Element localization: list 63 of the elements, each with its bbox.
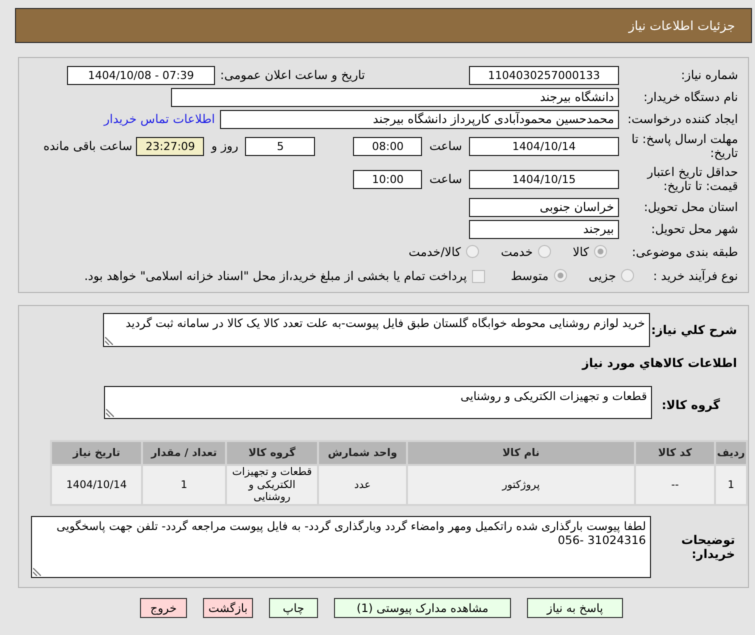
- option-label: جزیی: [588, 268, 616, 284]
- deadline-date-field[interactable]: 1404/10/14: [469, 136, 619, 156]
- action-button[interactable]: مشاهده مدارک پیوستی (1): [334, 598, 511, 618]
- column-header: تعداد / مقدار: [143, 442, 225, 464]
- field-label: توضیحات خریدار:: [681, 532, 735, 561]
- field-label: تاریخ و ساعت اعلان عمومی:: [220, 68, 365, 82]
- field-label: مهلت ارسال پاسخ: تا تاریخ:: [631, 132, 738, 160]
- action-button[interactable]: خروج: [140, 598, 187, 618]
- column-header: کد کالا: [636, 442, 714, 464]
- resize-grip-icon[interactable]: [33, 568, 41, 576]
- action-button[interactable]: پاسخ به نیاز: [527, 598, 623, 618]
- section-title: اطلاعات کالاهاي مورد نياز: [580, 355, 738, 371]
- summary-textarea[interactable]: خرید لوازم روشنایی محوطه خوابگاه گلستان طبق فایل پیوست-به علت تعدد کالا یک کالا در سامانه ثبت گردید: [103, 313, 650, 347]
- field-label: حداقل تاریخ اعتبار قیمت: تا تاریخ:: [647, 164, 738, 193]
- field-label: نام دستگاه خریدار:: [644, 90, 738, 104]
- column-header: گروه کالا: [227, 442, 317, 464]
- table-cell: 1: [716, 466, 746, 504]
- column-header: تاریخ نیاز: [52, 442, 141, 464]
- field-label: ساعت: [429, 138, 462, 154]
- validity-date-field[interactable]: 1404/10/15: [469, 170, 619, 188]
- days-field[interactable]: 5: [245, 136, 316, 156]
- table-cell: 1: [143, 466, 225, 504]
- field-label: گروه کالا:: [662, 398, 720, 412]
- field-label: شرح کلي نياز:: [651, 322, 737, 337]
- table-cell: قطعات و تجهیزات الکتریکی و روشنایی: [227, 466, 317, 504]
- resize-grip-icon[interactable]: [105, 337, 113, 345]
- field-label: استان محل تحویل:: [644, 200, 738, 214]
- action-button[interactable]: چاپ: [269, 598, 318, 618]
- field-label: روز و: [211, 138, 238, 154]
- field-label: شهر محل تحویل:: [651, 222, 738, 236]
- option-label: کالا/خدمت: [408, 244, 461, 260]
- field-label: نوع فرآیند خرید :: [653, 268, 738, 283]
- option-label: خدمت: [500, 244, 533, 260]
- table-cell: عدد: [319, 466, 406, 504]
- table-cell: --: [636, 466, 714, 504]
- need-number-field[interactable]: 1104030257000133: [469, 66, 619, 84]
- goods-group-textarea[interactable]: قطعات و تجهیزات الکتریکی و روشنایی: [104, 386, 652, 419]
- contact-info-link[interactable]: اطلاعات تماس خریدار: [104, 112, 215, 126]
- requester-field[interactable]: محمدحسین محمودآبادی کارپرداز دانشگاه بیرجند: [220, 110, 619, 128]
- announce-date-field[interactable]: 1404/10/08 - 07:39: [67, 66, 215, 84]
- option-label: متوسط: [510, 268, 549, 284]
- remaining-time-field[interactable]: 23:27:09: [136, 136, 204, 156]
- field-label: ساعت: [429, 172, 462, 186]
- action-button[interactable]: بازگشت: [203, 598, 253, 618]
- validity-time-field[interactable]: 10:00: [353, 170, 422, 188]
- field-label: ساعت باقی مانده: [43, 138, 132, 154]
- resize-grip-icon[interactable]: [106, 409, 114, 417]
- field-label: طبقه بندی موضوعی:: [632, 244, 738, 259]
- notes-textarea[interactable]: لطفا پیوست بارگذاری شده راتکمیل ومهر وامضاء گردد وبارگذاری گردد- به فایل پیوست مراجعه گردد- تلفن جهت پاسخگویی 31024316 -056: [31, 516, 651, 578]
- column-header: نام کالا: [408, 442, 634, 464]
- option-label: کالا: [572, 244, 589, 260]
- buyer-org-field[interactable]: دانشگاه بیرجند: [171, 88, 619, 106]
- table-cell: 1404/10/14: [52, 466, 141, 504]
- checkbox-label: پرداخت تمام یا بخشی از مبلغ خرید،از محل "اسناد خزانه اسلامی" خواهد بود.: [84, 268, 467, 284]
- province-field[interactable]: خراسان جنوبی: [469, 198, 619, 216]
- deadline-time-field[interactable]: 08:00: [353, 136, 422, 156]
- field-label: شماره نیاز:: [681, 68, 738, 82]
- page-title: جزئیات اطلاعات نیاز: [628, 18, 735, 33]
- table-cell: پروژکتور: [408, 466, 634, 504]
- column-header: ردیف: [716, 442, 746, 464]
- column-header: واحد شمارش: [319, 442, 406, 464]
- city-field[interactable]: بیرجند: [469, 220, 619, 238]
- field-label: ایجاد کننده درخواست:: [627, 112, 738, 126]
